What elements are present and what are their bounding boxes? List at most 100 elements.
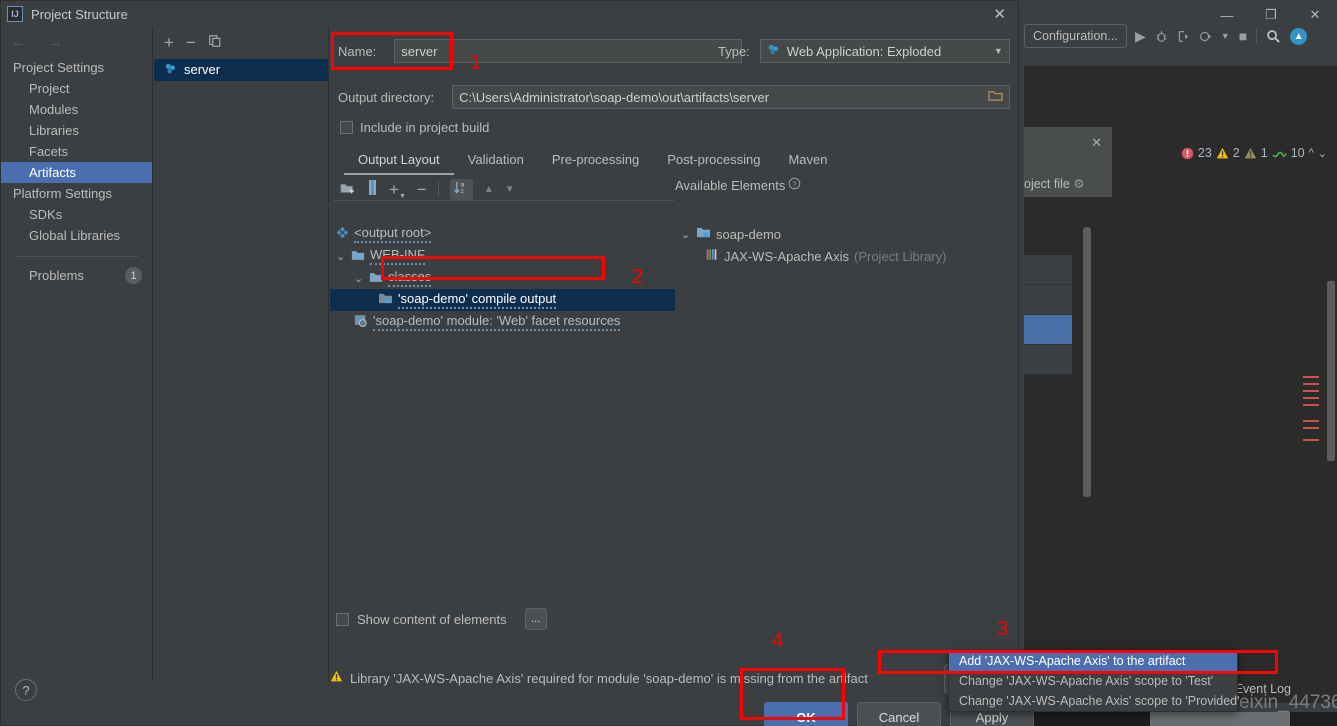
run-with-coverage-icon[interactable] xyxy=(1177,30,1190,43)
show-content-more-button[interactable]: ... xyxy=(525,608,547,630)
ok-button[interactable]: OK xyxy=(764,702,848,726)
show-content-checkbox[interactable] xyxy=(336,613,349,626)
tree-row-classes[interactable]: ⌄ classes xyxy=(330,267,675,289)
stop-icon[interactable]: ■ xyxy=(1239,28,1247,44)
strip-row-selected[interactable] xyxy=(1024,315,1072,345)
sidebar-item-problems[interactable]: Problems 1 xyxy=(1,265,152,286)
move-up-icon[interactable]: ▲ xyxy=(484,184,494,195)
tree-label: JAX-WS-Apache Axis xyxy=(724,249,849,264)
cancel-button-label: Cancel xyxy=(879,710,919,725)
sidebar-divider xyxy=(15,256,138,257)
copy-icon[interactable] xyxy=(208,34,222,52)
sort-az-icon[interactable]: az xyxy=(450,179,473,200)
tab-validation[interactable]: Validation xyxy=(454,147,538,175)
tree-row-output-root[interactable]: <output root> xyxy=(330,223,675,245)
panel-label: oject file ⚙ xyxy=(1024,176,1085,191)
run-configuration-selector[interactable]: Configuration... xyxy=(1024,24,1127,48)
scroll-up-icon[interactable]: ^ xyxy=(1309,147,1314,159)
profile-icon[interactable] xyxy=(1199,30,1212,43)
weak-warning-icon xyxy=(1244,147,1257,160)
remove-icon[interactable]: − xyxy=(186,33,196,53)
chevron-down-icon[interactable]: ▼ xyxy=(1221,31,1230,41)
svg-text:z: z xyxy=(460,188,463,195)
dialog-close-icon[interactable]: ✕ xyxy=(993,5,1006,23)
artifact-editor-pane: Name: server Type: xyxy=(330,27,1018,725)
chevron-down-icon[interactable]: ⌄ xyxy=(336,250,346,263)
search-icon[interactable] xyxy=(1266,29,1281,44)
forward-arrow-icon[interactable]: → xyxy=(48,34,63,51)
include-in-build-label: Include in project build xyxy=(360,120,489,135)
include-in-build-checkbox[interactable] xyxy=(340,121,353,134)
include-in-build-row[interactable]: Include in project build xyxy=(340,120,489,135)
menu-item-scope-provided[interactable]: Change 'JAX-WS-Apache Axis' scope to 'Pr… xyxy=(949,691,1237,711)
sidebar-item-modules[interactable]: Modules xyxy=(1,99,152,120)
remove-icon[interactable]: − xyxy=(417,180,427,200)
run-icon[interactable]: ▶ xyxy=(1135,28,1146,45)
strip-row[interactable] xyxy=(1024,285,1072,315)
sidebar-label: Problems xyxy=(29,268,84,283)
folder-icon[interactable] xyxy=(988,89,1003,105)
question-icon[interactable]: ? xyxy=(788,177,801,193)
type-combo-value: Web Application: Exploded xyxy=(787,44,941,59)
sidebar-item-global-libraries[interactable]: Global Libraries xyxy=(1,225,152,246)
artifact-warning: Library 'JAX-WS-Apache Axis' required fo… xyxy=(330,670,868,686)
sidebar-label: Facets xyxy=(29,144,68,159)
library-icon xyxy=(705,248,719,264)
fix-context-menu: Add 'JAX-WS-Apache Axis' to the artifact… xyxy=(948,650,1238,712)
tree-row-web-inf[interactable]: ⌄ WEB-INF xyxy=(330,245,675,267)
sidebar-label: Modules xyxy=(29,102,78,117)
inspection-widget[interactable]: 23 2 1 10 ^ ⌄ xyxy=(1181,146,1327,160)
strip-row[interactable] xyxy=(1024,255,1072,285)
sidebar-item-sdks[interactable]: SDKs xyxy=(1,204,152,225)
output-directory-input[interactable]: C:\Users\Administrator\soap-demo\out\art… xyxy=(452,85,1010,109)
show-content-row[interactable]: Show content of elements ... xyxy=(336,608,547,630)
sidebar-item-artifacts[interactable]: Artifacts xyxy=(1,162,152,183)
tab-maven[interactable]: Maven xyxy=(774,147,841,175)
tab-output-layout[interactable]: Output Layout xyxy=(344,147,454,175)
strip-row[interactable] xyxy=(1024,345,1072,375)
add-icon[interactable]: + xyxy=(164,33,174,53)
annotation-number-2: 2 xyxy=(632,266,643,289)
scroll-down-icon[interactable]: ⌄ xyxy=(1318,147,1327,160)
editor-scrollbar[interactable] xyxy=(1327,281,1335,461)
sidebar-item-project[interactable]: Project xyxy=(1,78,152,99)
tree-row-jaxws-library[interactable]: JAX-WS-Apache Axis (Project Library) xyxy=(675,245,995,267)
tab-pre-processing[interactable]: Pre-processing xyxy=(538,147,653,175)
help-button[interactable]: ? xyxy=(15,679,37,701)
taskbar-item[interactable] xyxy=(1150,712,1290,726)
sidebar-item-libraries[interactable]: Libraries xyxy=(1,120,152,141)
sidebar-label: SDKs xyxy=(29,207,62,222)
add-icon[interactable]: +▼ xyxy=(389,180,406,200)
add-directory-icon[interactable] xyxy=(340,181,356,199)
move-down-icon[interactable]: ▼ xyxy=(505,184,515,195)
menu-item-add-to-artifact[interactable]: Add 'JAX-WS-Apache Axis' to the artifact xyxy=(949,651,1237,671)
floating-tool-panel[interactable]: ✕ oject file ⚙ xyxy=(1024,127,1112,197)
chevron-down-icon[interactable]: ⌄ xyxy=(681,228,691,241)
gear-icon[interactable]: ⚙ xyxy=(1073,177,1084,191)
name-input-value: server xyxy=(401,44,437,59)
name-input[interactable]: server xyxy=(394,39,742,63)
toolbar-divider xyxy=(1256,28,1257,44)
artifact-item-server[interactable]: server xyxy=(154,59,328,81)
tree-row-soap-demo[interactable]: ⌄ soap-demo xyxy=(675,223,995,245)
output-pane-scrollbar[interactable] xyxy=(1083,227,1091,497)
weak-warning-count: 1 xyxy=(1261,146,1268,160)
back-arrow-icon[interactable]: ← xyxy=(11,34,26,51)
chevron-down-icon[interactable]: ▼ xyxy=(994,46,1003,56)
tree-label: WEB-INF xyxy=(370,247,425,265)
debug-icon[interactable] xyxy=(1155,30,1168,43)
tab-post-processing[interactable]: Post-processing xyxy=(653,147,774,175)
output-layout-tree: <output root> ⌄ WEB-INF ⌄ classes xyxy=(330,223,675,333)
sidebar-label: Libraries xyxy=(29,123,79,138)
cancel-button[interactable]: Cancel xyxy=(857,702,941,726)
menu-item-scope-test[interactable]: Change 'JAX-WS-Apache Axis' scope to 'Te… xyxy=(949,671,1237,691)
tree-row-web-facet-resources[interactable]: 'soap-demo' module: 'Web' facet resource… xyxy=(330,311,675,333)
type-combo[interactable]: Web Application: Exploded ▼ xyxy=(760,39,1010,63)
tree-row-compile-output[interactable]: 'soap-demo' compile output xyxy=(330,289,675,311)
chevron-down-icon[interactable]: ⌄ xyxy=(354,272,364,285)
show-content-label: Show content of elements xyxy=(357,612,507,627)
update-project-icon[interactable]: ▲ xyxy=(1290,28,1307,45)
panel-close-icon[interactable]: ✕ xyxy=(1091,135,1102,151)
add-archive-icon[interactable] xyxy=(367,180,378,199)
sidebar-item-facets[interactable]: Facets xyxy=(1,141,152,162)
